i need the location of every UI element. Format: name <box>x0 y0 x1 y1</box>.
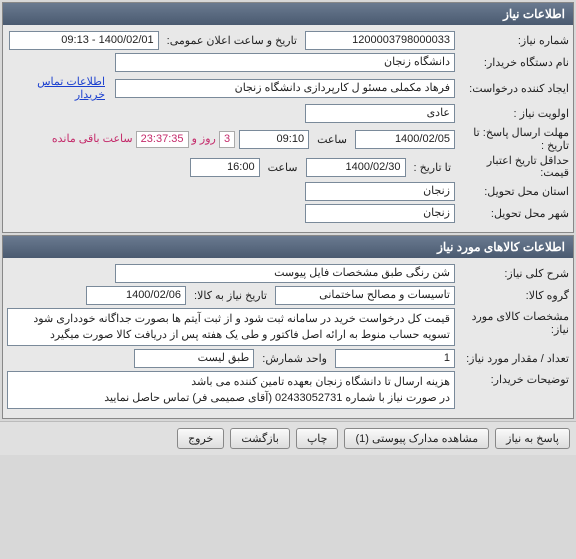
days-box: 3 <box>219 131 235 148</box>
countdown-box: 23:37:35 <box>136 131 189 148</box>
validity-date-field: 1400/02/30 <box>306 158 406 177</box>
creator-label: ایجاد کننده درخواست: <box>459 82 569 95</box>
section-header-goods: اطلاعات کالاهای مورد نیاز <box>3 236 573 258</box>
goods-panel: اطلاعات کالاهای مورد نیاز شرح کلی نیاز: … <box>2 235 574 419</box>
days-suffix: روز و <box>192 133 216 145</box>
priority-label: اولویت نیاز : <box>459 107 569 120</box>
unit-label: واحد شمارش: <box>258 352 331 365</box>
button-bar: پاسخ به نیاز مشاهده مدارک پیوستی (1) چاپ… <box>0 421 576 455</box>
desc-field: شن رنگی طبق مشخصات فایل پیوست <box>115 264 455 283</box>
province-label: استان محل تحویل: <box>459 185 569 198</box>
spec-label: مشخصات کالای مورد نیاز: <box>459 308 569 336</box>
date-goods-label: تاریخ نیاز به کالا: <box>190 289 271 302</box>
province-field: زنجان <box>305 182 455 201</box>
buyer-label: نام دستگاه خریدار: <box>459 56 569 69</box>
req-no-label: شماره نیاز: <box>459 34 569 47</box>
notes-label: توضیحات خریدار: <box>459 371 569 386</box>
print-button[interactable]: چاپ <box>296 428 339 449</box>
creator-field: فرهاد مکملی مسئو ل کارپردازی دانشگاه زنج… <box>115 79 455 98</box>
deadline-time-field: 09:10 <box>239 130 309 149</box>
back-button[interactable]: بازگشت <box>230 428 290 449</box>
remain-suffix: ساعت باقی مانده <box>52 133 133 145</box>
spec-field: قیمت کل درخواست خرید در سامانه ثبت شود و… <box>7 308 455 346</box>
city-label: شهر محل تحویل: <box>459 207 569 220</box>
priority-field: عادی <box>305 104 455 123</box>
remain-wrap: 3 روز و 23:37:35 ساعت باقی مانده <box>52 131 235 148</box>
info-body: شماره نیاز: 1200003798000033 تاریخ و ساع… <box>3 25 573 232</box>
exit-button[interactable]: خروج <box>177 428 224 449</box>
validity-label: حداقل تاریخ اعتبار قیمت: <box>459 155 569 179</box>
unit-field: طبق لیست <box>134 349 254 368</box>
city-field: زنجان <box>305 204 455 223</box>
time-label-1: ساعت <box>313 133 351 146</box>
validity-time-field: 16:00 <box>190 158 260 177</box>
goods-body: شرح کلی نیاز: شن رنگی طبق مشخصات فایل پی… <box>3 258 573 418</box>
group-label: گروه کالا: <box>459 289 569 302</box>
reply-button[interactable]: پاسخ به نیاز <box>495 428 570 449</box>
group-field: تاسیسات و مصالح ساختمانی <box>275 286 455 305</box>
date-goods-field: 1400/02/06 <box>86 286 186 305</box>
time-label-2: ساعت <box>264 161 302 174</box>
buyer-field: دانشگاه زنجان <box>115 53 455 72</box>
pub-label: تاریخ و ساعت اعلان عمومی: <box>163 34 301 47</box>
desc-label: شرح کلی نیاز: <box>459 267 569 280</box>
pub-field: 1400/02/01 - 09:13 <box>9 31 159 50</box>
contact-link[interactable]: اطلاعات تماس خریدار <box>7 75 105 101</box>
section-header-info: اطلاعات نیاز <box>3 3 573 25</box>
need-info-panel: اطلاعات نیاز شماره نیاز: 120000379800003… <box>2 2 574 233</box>
validity-date-lbl: تا تاریخ : <box>410 161 455 174</box>
deadline-label: مهلت ارسال پاسخ: تا تاریخ : <box>459 126 569 152</box>
notes-field: هزینه ارسال تا دانشگاه زنجان بعهده تامین… <box>7 371 455 409</box>
req-no-field: 1200003798000033 <box>305 31 455 50</box>
deadline-date-field: 1400/02/05 <box>355 130 455 149</box>
qty-label: تعداد / مقدار مورد نیاز: <box>459 352 569 365</box>
attachments-button[interactable]: مشاهده مدارک پیوستی (1) <box>344 428 489 449</box>
qty-field: 1 <box>335 349 455 368</box>
